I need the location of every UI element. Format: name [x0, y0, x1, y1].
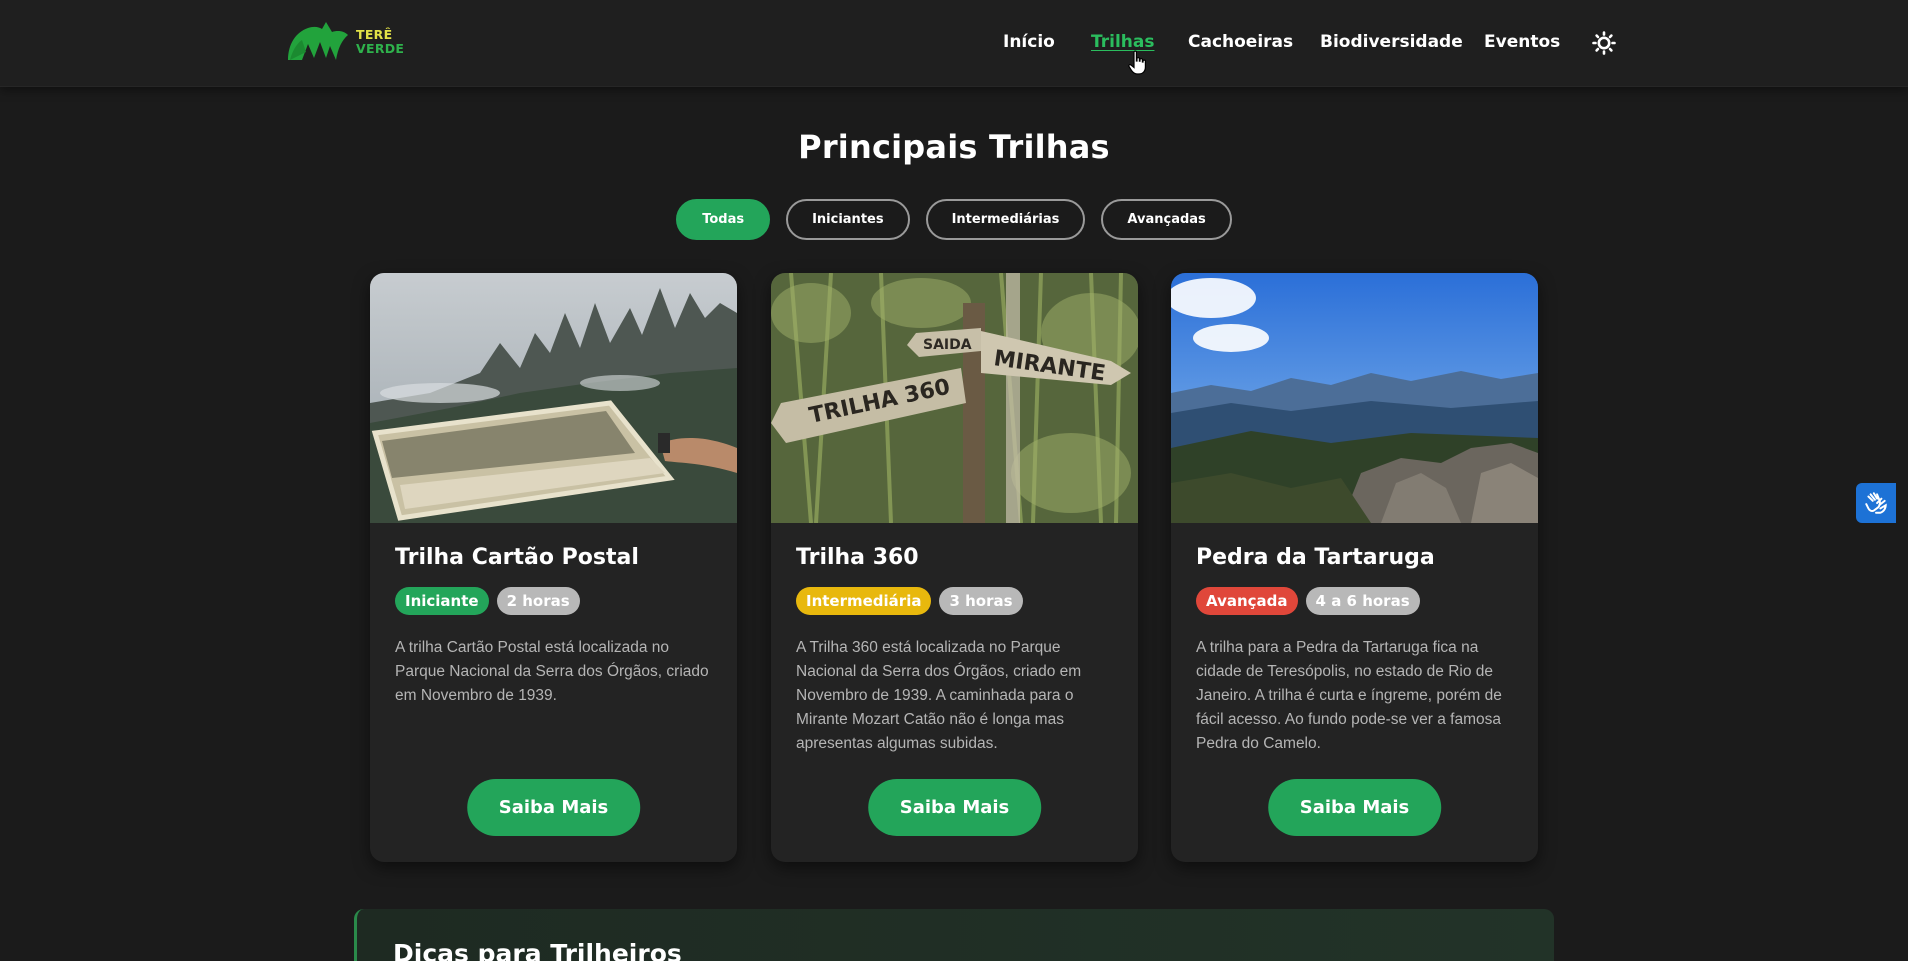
filter-avancadas-button[interactable]: Avançadas [1101, 199, 1232, 240]
trail-photo-cartao-postal [370, 273, 737, 523]
trail-title: Pedra da Tartaruga [1196, 545, 1435, 570]
difficulty-badge: Iniciante [395, 587, 489, 615]
trail-badges: Iniciante 2 horas [395, 587, 580, 615]
nav-item-biodiversidade[interactable]: Biodiversidade [1320, 32, 1463, 52]
difficulty-badge: Avançada [1196, 587, 1298, 615]
tips-section: Dicas para Trilheiros [354, 909, 1554, 961]
trail-photo-pedra-tartaruga [1171, 273, 1538, 523]
logo-line-1: TERÊ [356, 27, 393, 42]
filter-todas-button[interactable]: Todas [676, 199, 771, 240]
theme-toggle-button[interactable] [1592, 31, 1616, 55]
trail-card-pedra-tartaruga: Pedra da Tartaruga Avançada 4 a 6 horas … [1171, 273, 1538, 862]
saiba-mais-button[interactable]: Saiba Mais [466, 779, 641, 836]
site-logo[interactable]: TERÊ VERDE [286, 18, 416, 66]
trail-photo-360: SAIDA MIRANTE TRILHA 360 [771, 273, 1138, 523]
filter-intermediarias-button[interactable]: Intermediárias [925, 199, 1086, 240]
duration-badge: 2 horas [496, 587, 580, 615]
accessibility-widget-button[interactable] [1856, 483, 1896, 523]
tips-title: Dicas para Trilheiros [393, 939, 682, 961]
difficulty-filters: Todas Iniciantes Intermediárias Avançada… [0, 199, 1908, 240]
trail-card-360: SAIDA MIRANTE TRILHA 360 Trilha 360 Inte… [771, 273, 1138, 862]
trail-description: A trilha Cartão Postal está localizada n… [395, 639, 709, 704]
logo-line-2: VERDE [356, 41, 405, 56]
duration-badge: 4 a 6 horas [1305, 587, 1420, 615]
nav-item-inicio[interactable]: Início [1003, 32, 1055, 52]
site-header: TERÊ VERDE Início Trilhas Cachoeiras Bio… [0, 0, 1908, 87]
trail-title: Trilha 360 [796, 545, 919, 570]
trail-title: Trilha Cartão Postal [395, 545, 639, 570]
mountain-logo-icon [288, 22, 348, 60]
trail-badges: Avançada 4 a 6 horas [1196, 587, 1420, 615]
page-title: Principais Trilhas [798, 128, 1110, 166]
trail-description: A trilha para a Pedra da Tartaruga fica … [1196, 639, 1502, 752]
saiba-mais-button[interactable]: Saiba Mais [1267, 779, 1442, 836]
nav-item-eventos[interactable]: Eventos [1484, 32, 1560, 52]
trail-badges: Intermediária 3 horas [796, 587, 1023, 615]
trail-description: A Trilha 360 está localizada no Parque N… [796, 639, 1082, 752]
trail-card-cartao-postal: Trilha Cartão Postal Iniciante 2 horas A… [370, 273, 737, 862]
duration-badge: 3 horas [939, 587, 1023, 615]
hand-cursor-icon [1128, 50, 1146, 75]
sign-language-hands-icon [1865, 492, 1887, 514]
nav-item-cachoeiras[interactable]: Cachoeiras [1188, 32, 1293, 52]
difficulty-badge: Intermediária [796, 587, 932, 615]
sign-saida-label: SAIDA [923, 337, 972, 353]
saiba-mais-button[interactable]: Saiba Mais [867, 779, 1042, 836]
sun-icon [1592, 31, 1616, 55]
filter-iniciantes-button[interactable]: Iniciantes [786, 199, 910, 240]
nav-item-trilhas[interactable]: Trilhas [1091, 32, 1154, 52]
